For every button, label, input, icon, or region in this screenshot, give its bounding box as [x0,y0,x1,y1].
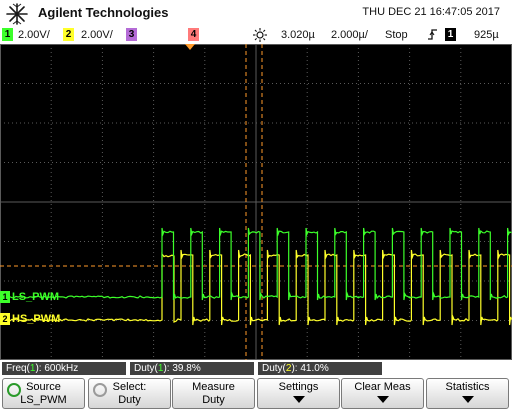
duty1-prefix: Duty( [134,363,158,374]
brand-name: Agilent Technologies [38,5,169,20]
ch4-badge[interactable]: 4 [188,28,199,41]
date-time: THU DEC 21 16:47:05 2017 [362,6,500,18]
agilent-spark-logo-icon [5,2,29,26]
freq-measurement[interactable]: Freq(1): 600kHz [2,362,126,375]
submenu-arrow-icon [377,396,389,403]
ch2-scale[interactable]: 2.00V/ [81,28,113,42]
ch1-scale[interactable]: 2.00V/ [18,28,50,42]
run-state[interactable]: Stop [385,28,408,42]
freq-prefix: Freq( [6,363,30,374]
header-bar: Agilent Technologies THU DEC 21 16:47:05… [0,0,512,26]
submenu-arrow-icon [462,396,474,403]
select-softkey[interactable]: Select: Duty [88,378,171,409]
trigger-level[interactable]: 925µ [474,28,499,42]
measure-value: Duty [173,394,254,407]
ch1-trace-label: LS_PWM [12,291,59,303]
duty2-prefix: Duty( [262,363,286,374]
ch2-badge[interactable]: 2 [63,28,74,41]
ch2-ground-marker[interactable]: 2 [0,313,10,325]
clear-meas-softkey[interactable]: Clear Meas [341,378,424,409]
waveform-display[interactable]: 1 LS_PWM 2 HS_PWM [0,44,512,360]
trigger-position-marker [185,44,195,50]
softkey-bar: Source LS_PWM Select: Duty Measure Duty … [0,377,512,410]
measure-label: Measure [173,381,254,394]
measurement-bar: Freq(1): 600kHz Duty(1): 39.8% Duty(2): … [0,360,512,377]
clear-meas-label: Clear Meas [342,381,423,394]
statistics-label: Statistics [427,381,508,394]
ch3-badge[interactable]: 3 [126,28,137,41]
ch2-trace-label: HS_PWM [12,313,60,325]
duty1-value: ): 39.8% [163,363,200,374]
entry-knob-icon [93,383,107,397]
statistics-softkey[interactable]: Statistics [426,378,509,409]
status-bar: 1 2.00V/ 2 2.00V/ 3 4 3.020µ 2.000µ/ Sto… [0,26,512,44]
entry-knob-icon [7,383,21,397]
time-scale[interactable]: 2.000µ/ [331,28,368,42]
measure-softkey[interactable]: Measure Duty [172,378,255,409]
source-softkey[interactable]: Source LS_PWM [2,378,85,409]
trigger-source-badge[interactable]: 1 [445,28,456,41]
submenu-arrow-icon [293,396,305,403]
time-delay[interactable]: 3.020µ [281,28,315,42]
duty2-measurement[interactable]: Duty(2): 41.0% [258,362,382,375]
sun-icon[interactable] [253,28,267,42]
duty2-value: ): 41.0% [291,363,328,374]
ch1-badge[interactable]: 1 [2,28,13,41]
duty1-measurement[interactable]: Duty(1): 39.8% [130,362,254,375]
trigger-edge-icon[interactable] [427,28,438,41]
ch1-ground-marker[interactable]: 1 [0,291,10,303]
settings-label: Settings [258,381,339,394]
freq-value: ): 600kHz [35,363,78,374]
settings-softkey[interactable]: Settings [257,378,340,409]
waveform-canvas [0,44,512,360]
